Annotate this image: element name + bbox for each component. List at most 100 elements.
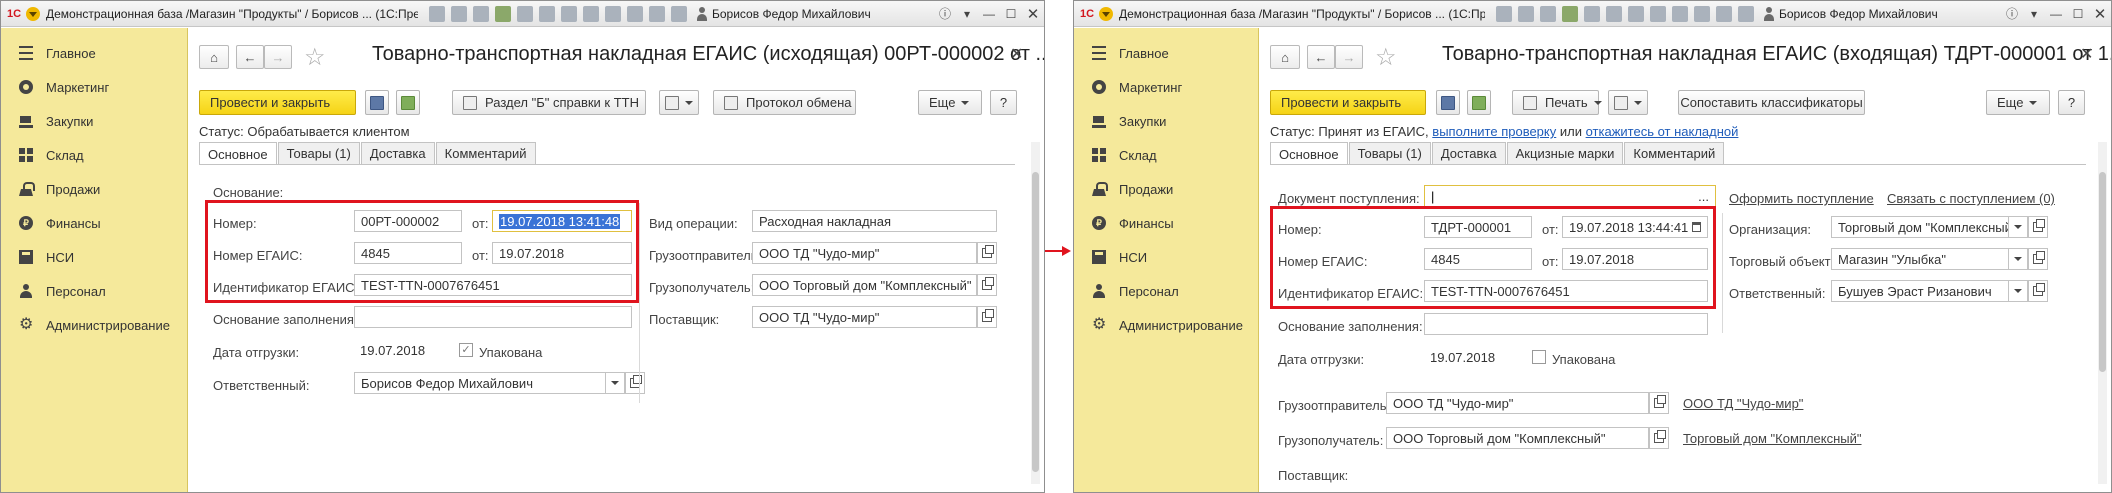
responsible-dropdown-button[interactable] (2008, 280, 2028, 302)
close-window-button[interactable]: ✕ (2089, 4, 2111, 24)
forward-button[interactable]: → (1335, 45, 1363, 69)
help-button[interactable]: ? (990, 90, 1017, 115)
bell-icon[interactable] (1716, 5, 1732, 22)
ship-date-field[interactable]: 19.07.2018 (1424, 346, 1524, 368)
sidebar-item-marketing[interactable]: Маркетинг (1, 70, 187, 104)
minimize-button[interactable]: — (978, 4, 1000, 24)
scroll-thumb[interactable] (1032, 172, 1039, 472)
sidebar-item-nsi[interactable]: НСИ (1, 240, 187, 274)
history-icon[interactable] (1738, 5, 1754, 22)
receipt-doc-field[interactable]: |... (1424, 185, 1716, 207)
preview-icon[interactable] (1540, 5, 1556, 22)
post-and-close-button[interactable]: Провести и закрыть (199, 90, 356, 115)
settings-dropdown-icon[interactable]: ▾ (956, 4, 978, 24)
tab-goods[interactable]: Товары (1) (277, 142, 360, 164)
calc-icon[interactable] (1628, 5, 1644, 22)
maximize-button[interactable]: ☐ (1000, 4, 1022, 24)
packed-checkbox[interactable] (1532, 350, 1546, 364)
responsible-open-button[interactable] (625, 372, 645, 394)
ship-date-field[interactable]: 19.07.2018 (354, 339, 454, 361)
m-plus-icon[interactable] (1650, 5, 1666, 22)
reports-button[interactable] (659, 90, 699, 115)
verify-link[interactable]: выполните проверку (1432, 124, 1556, 139)
packed-checkbox[interactable]: ✓ (459, 343, 473, 357)
sidebar-item-warehouse[interactable]: Склад (1, 138, 187, 172)
reject-link[interactable]: откажитесь от накладной (1586, 124, 1739, 139)
scroll-thumb[interactable] (2099, 172, 2106, 372)
tab-comment[interactable]: Комментарий (435, 142, 536, 164)
bell-icon[interactable] (649, 5, 665, 22)
doc-icon[interactable] (1584, 5, 1600, 22)
vertical-scrollbar[interactable] (2098, 142, 2107, 484)
receipt-doc-select[interactable]: ... (1698, 189, 1709, 204)
print-icon[interactable] (1518, 5, 1534, 22)
home-button[interactable]: ⌂ (199, 45, 229, 69)
sidebar-item-nsi[interactable]: НСИ (1074, 240, 1258, 274)
sidebar-item-finance[interactable]: ₽ Финансы (1074, 206, 1258, 240)
sender-link[interactable]: ООО ТД "Чудо-мир" (1683, 396, 1803, 411)
sidebar-item-sales[interactable]: Продажи (1, 172, 187, 206)
receiver-field[interactable]: ООО Торговый дом "Комплексный" (752, 274, 977, 296)
current-user[interactable]: Борисов Федор Михайлович (1763, 6, 1938, 21)
save-button[interactable] (1436, 90, 1460, 115)
sidebar-item-marketing[interactable]: Маркетинг (1074, 70, 1258, 104)
favorite-star-icon[interactable]: ☆ (1375, 43, 1397, 72)
receiver-link[interactable]: Торговый дом "Комплексный" (1683, 431, 1862, 446)
tab-main[interactable]: Основное (1270, 142, 1348, 165)
sender-field[interactable]: ООО ТД "Чудо-мир" (1386, 392, 1649, 414)
sender-open-button[interactable] (1649, 392, 1669, 414)
receiver-open-button[interactable] (977, 274, 997, 296)
sidebar-item-admin[interactable]: ⚙ Администрирование (1, 308, 187, 342)
supplier-field[interactable]: ООО ТД "Чудо-мир" (752, 306, 977, 328)
responsible-dropdown-button[interactable] (605, 372, 625, 394)
post-button[interactable] (1467, 90, 1491, 115)
close-window-button[interactable]: ✕ (1022, 4, 1044, 24)
sender-open-button[interactable] (977, 242, 997, 264)
fill-basis-field[interactable] (1424, 313, 1708, 335)
print-icon[interactable] (451, 5, 467, 22)
fill-basis-field[interactable] (354, 306, 632, 328)
calc-icon[interactable] (561, 5, 577, 22)
trade-object-field[interactable]: Магазин "Улыбка" (1831, 248, 2009, 270)
calendar-icon[interactable] (539, 5, 555, 22)
tab-goods[interactable]: Товары (1) (1348, 142, 1431, 164)
match-classifiers-button[interactable]: Сопоставить классификаторы (1678, 90, 1865, 115)
tab-comment[interactable]: Комментарий (1624, 142, 1725, 164)
link-receipt-link[interactable]: Связать с поступлением (0) (1887, 191, 2055, 206)
m-minus-icon[interactable] (1672, 5, 1688, 22)
maximize-button[interactable]: ☐ (2067, 4, 2089, 24)
organization-field[interactable]: Торговый дом "Комплексный" (1831, 216, 2009, 238)
vertical-scrollbar[interactable] (1031, 142, 1040, 484)
tab-main[interactable]: Основное (199, 142, 277, 165)
trade-object-dropdown-button[interactable] (2008, 248, 2028, 270)
close-form-icon[interactable]: ✕ (1010, 44, 1023, 64)
main-menu-icon[interactable] (26, 6, 40, 21)
forward-button[interactable]: → (264, 45, 292, 69)
sidebar-item-sales[interactable]: Продажи (1074, 172, 1258, 206)
minimize-button[interactable]: — (2045, 4, 2067, 24)
exchange-protocol-button[interactable]: Протокол обмена (713, 90, 856, 115)
sender-field[interactable]: ООО ТД "Чудо-мир" (752, 242, 977, 264)
responsible-field[interactable]: Борисов Федор Михайлович (354, 372, 606, 394)
receiver-field[interactable]: ООО Торговый дом "Комплексный" (1386, 427, 1649, 449)
info-icon[interactable]: ⓘ (2001, 4, 2023, 24)
grid-icon[interactable] (429, 5, 445, 22)
home-button[interactable]: ⌂ (1270, 45, 1300, 69)
tab-excise-stamps[interactable]: Акцизные марки (1506, 142, 1624, 164)
sidebar-item-personnel[interactable]: Персонал (1, 274, 187, 308)
sidebar-item-warehouse[interactable]: Склад (1074, 138, 1258, 172)
responsible-open-button[interactable] (2028, 280, 2048, 302)
sidebar-item-main[interactable]: Главное (1, 36, 187, 70)
zoom-icon[interactable] (1694, 5, 1710, 22)
sidebar-item-admin[interactable]: ⚙ Администрирование (1074, 308, 1258, 342)
print-button[interactable]: Печать (1512, 90, 1599, 115)
save-button[interactable] (365, 90, 389, 115)
organization-dropdown-button[interactable] (2008, 216, 2028, 238)
help-button[interactable]: ? (2058, 90, 2085, 115)
history-icon[interactable] (671, 5, 687, 22)
grid-icon[interactable] (1496, 5, 1512, 22)
responsible-field[interactable]: Бушуев Эраст Ризанович (1831, 280, 2009, 302)
receiver-open-button[interactable] (1649, 427, 1669, 449)
back-button[interactable]: ← (236, 45, 264, 69)
more-button[interactable]: Еще (918, 90, 982, 115)
